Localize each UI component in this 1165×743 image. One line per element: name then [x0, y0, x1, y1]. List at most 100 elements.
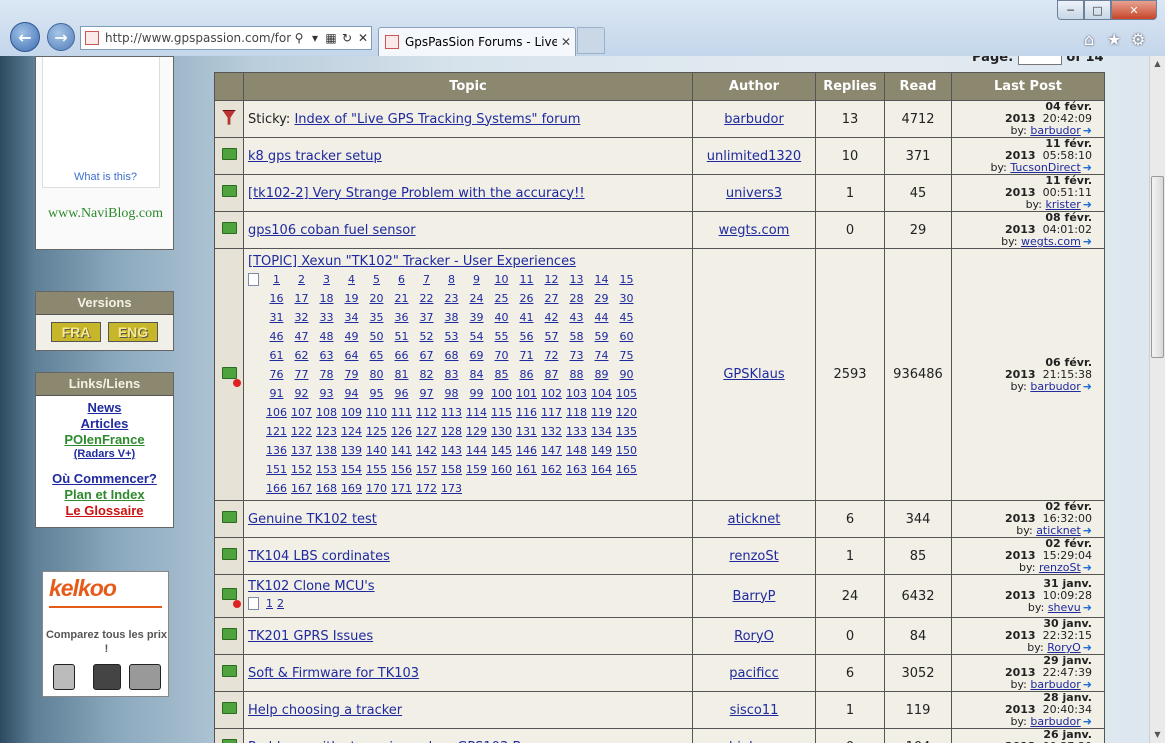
favorites-star-icon[interactable]: ★ — [1107, 30, 1121, 49]
go-to-last-post-icon[interactable]: ➜ — [1083, 125, 1092, 137]
address-bar[interactable]: http://www.gpspassion.com/forur ⚲ ▾ ▦ ↻ … — [80, 26, 372, 50]
page-link[interactable]: 165 — [614, 460, 639, 479]
author-link[interactable]: unlimited1320 — [707, 149, 801, 164]
page-link[interactable]: 26 — [514, 289, 539, 308]
topic-link[interactable]: [TOPIC] Xexun "TK102" Tracker - User Exp… — [248, 254, 576, 269]
page-link[interactable]: 53 — [439, 327, 464, 346]
page-link[interactable]: 137 — [289, 441, 314, 460]
browser-tab[interactable]: GpsPasSion Forums - Live ... ✕ — [378, 27, 576, 56]
page-link[interactable]: 161 — [514, 460, 539, 479]
page-link[interactable]: 2 — [275, 594, 286, 613]
topic-link[interactable]: Genuine TK102 test — [248, 512, 377, 527]
page-link[interactable]: 23 — [439, 289, 464, 308]
page-link[interactable]: 90 — [614, 365, 639, 384]
page-input[interactable] — [1017, 56, 1062, 65]
page-link[interactable]: 70 — [489, 346, 514, 365]
page-link[interactable]: 149 — [589, 441, 614, 460]
page-link[interactable]: 132 — [539, 422, 564, 441]
page-link[interactable]: 116 — [514, 403, 539, 422]
forward-button[interactable]: → — [47, 23, 75, 51]
tab-title[interactable]: GpsPasSion Forums - Live ... — [405, 35, 557, 49]
page-link[interactable]: 6 — [389, 270, 414, 289]
page-link[interactable]: 65 — [364, 346, 389, 365]
last-post-author-link[interactable]: aticknet — [1036, 524, 1081, 537]
topic-link[interactable]: [tk102-2] Very Strange Problem with the … — [248, 186, 585, 201]
search-icon[interactable]: ⚲ — [291, 31, 307, 45]
page-link[interactable]: 43 — [564, 308, 589, 327]
page-link[interactable]: 94 — [339, 384, 364, 403]
page-link[interactable]: 16 — [264, 289, 289, 308]
page-link[interactable]: 141 — [389, 441, 414, 460]
page-link[interactable]: 86 — [514, 365, 539, 384]
page-link[interactable]: 67 — [414, 346, 439, 365]
page-link[interactable]: 24 — [464, 289, 489, 308]
page-link[interactable]: 57 — [539, 327, 564, 346]
page-link[interactable]: 115 — [489, 403, 514, 422]
page-link[interactable]: 59 — [589, 327, 614, 346]
topic-link[interactable]: TK102 Clone MCU's — [248, 579, 375, 594]
page-link[interactable]: 15 — [614, 270, 639, 289]
topic-link[interactable]: TK104 LBS cordinates — [248, 549, 390, 564]
page-link[interactable]: 123 — [314, 422, 339, 441]
page-link[interactable]: 142 — [414, 441, 439, 460]
page-link[interactable]: 155 — [364, 460, 389, 479]
page-link[interactable]: 54 — [464, 327, 489, 346]
author-link[interactable]: aticknet — [728, 512, 781, 527]
author-link[interactable]: binhorp — [729, 740, 779, 743]
page-link[interactable]: 7 — [414, 270, 439, 289]
page-link[interactable]: 69 — [464, 346, 489, 365]
page-link[interactable]: 118 — [564, 403, 589, 422]
scroll-thumb[interactable] — [1151, 176, 1164, 358]
page-link[interactable]: 172 — [414, 479, 439, 498]
dropdown-icon[interactable]: ▾ — [307, 31, 323, 45]
page-link[interactable]: 91 — [264, 384, 289, 403]
go-to-last-post-icon[interactable]: ➜ — [1083, 716, 1092, 728]
page-link[interactable]: 47 — [289, 327, 314, 346]
page-link[interactable]: 124 — [339, 422, 364, 441]
new-tab-button[interactable] — [577, 27, 605, 54]
page-link[interactable]: 154 — [339, 460, 364, 479]
page-link[interactable]: 109 — [339, 403, 364, 422]
page-link[interactable]: 112 — [414, 403, 439, 422]
page-link[interactable]: 12 — [539, 270, 564, 289]
page-link[interactable]: 128 — [439, 422, 464, 441]
page-link[interactable]: 147 — [539, 441, 564, 460]
page-link[interactable]: 50 — [364, 327, 389, 346]
page-link[interactable]: 140 — [364, 441, 389, 460]
go-to-last-post-icon[interactable]: ➜ — [1083, 602, 1092, 614]
page-link[interactable]: 127 — [414, 422, 439, 441]
page-link[interactable]: 61 — [264, 346, 289, 365]
author-link[interactable]: RoryO — [734, 629, 774, 644]
page-link[interactable]: 100 — [489, 384, 514, 403]
close-tab-icon[interactable]: ✕ — [557, 35, 575, 49]
page-link[interactable]: 89 — [589, 365, 614, 384]
page-link[interactable]: 117 — [539, 403, 564, 422]
page-link[interactable]: 81 — [389, 365, 414, 384]
page-link[interactable]: 96 — [389, 384, 414, 403]
page-link[interactable]: 9 — [464, 270, 489, 289]
page-link[interactable]: 37 — [414, 308, 439, 327]
last-post-author-link[interactable]: barbudor — [1030, 380, 1080, 393]
page-link[interactable]: 168 — [314, 479, 339, 498]
page-link[interactable]: 135 — [614, 422, 639, 441]
last-post-author-link[interactable]: RoryO — [1047, 641, 1081, 654]
page-link[interactable]: 31 — [264, 308, 289, 327]
topic-link[interactable]: Help choosing a tracker — [248, 703, 402, 718]
page-link[interactable]: 156 — [389, 460, 414, 479]
page-link[interactable]: 133 — [564, 422, 589, 441]
page-link[interactable]: 88 — [564, 365, 589, 384]
page-link[interactable]: 11 — [514, 270, 539, 289]
page-link[interactable]: 158 — [439, 460, 464, 479]
scroll-up-icon[interactable]: ▲ — [1150, 56, 1165, 72]
minimize-button[interactable]: ─ — [1057, 0, 1084, 20]
topic-link[interactable]: Index of "Live GPS Tracking Systems" for… — [294, 112, 580, 127]
author-link[interactable]: univers3 — [726, 186, 782, 201]
page-link[interactable]: 58 — [564, 327, 589, 346]
page-link[interactable]: 73 — [564, 346, 589, 365]
page-link[interactable]: 51 — [389, 327, 414, 346]
page-link[interactable]: 148 — [564, 441, 589, 460]
page-link[interactable]: 171 — [389, 479, 414, 498]
page-link[interactable]: 170 — [364, 479, 389, 498]
topic-link[interactable]: TK201 GPRS Issues — [248, 629, 373, 644]
page-link[interactable]: 93 — [314, 384, 339, 403]
